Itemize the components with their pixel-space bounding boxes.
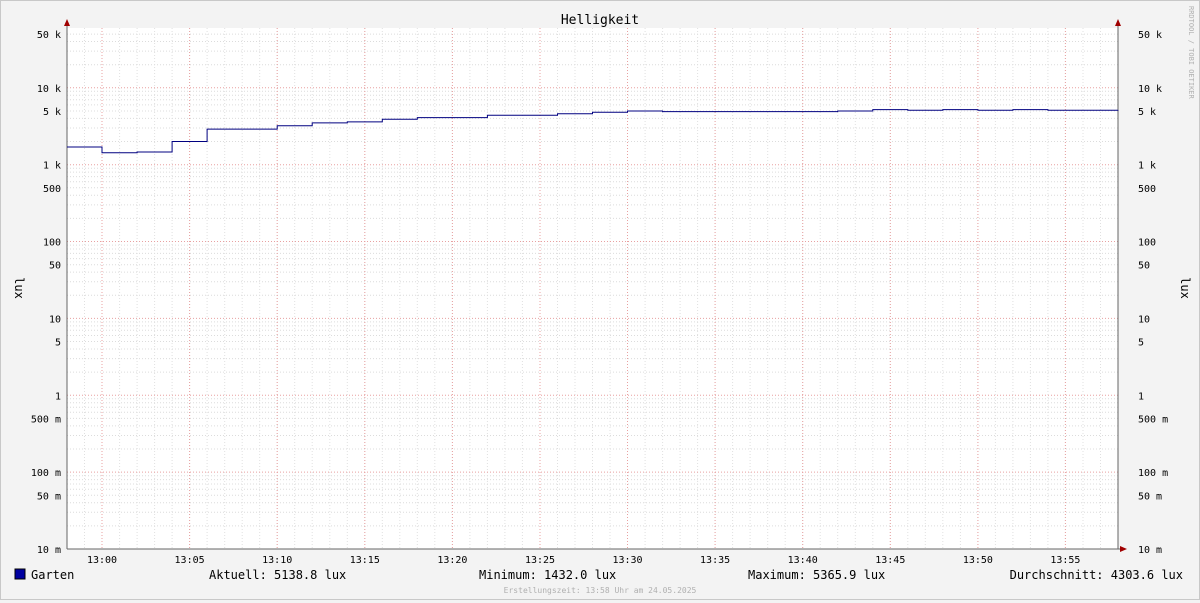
x-tick-label: 13:45	[875, 555, 905, 566]
legend-durchschnitt: Durchschnitt: 4303.6 lux	[1010, 568, 1183, 582]
y-tick-label-right: 5 k	[1138, 107, 1156, 118]
legend-swatch	[14, 568, 26, 580]
chart-title: Helligkeit	[561, 13, 639, 28]
y-tick-label-right: 50 m	[1138, 491, 1162, 502]
y-tick-label-left: 100	[43, 238, 61, 249]
y-tick-label-left: 500 m	[31, 414, 61, 425]
x-tick-label: 13:55	[1050, 555, 1080, 566]
x-tick-label: 13:35	[700, 555, 730, 566]
chart-svg: 13:00 13:05 13:10 13:15 13:20 13:25 13:30 13:35…	[12, 6, 1195, 595]
x-tick-label: 13:05	[175, 555, 205, 566]
x-tick-label: 13:15	[350, 555, 380, 566]
y-tick-label-left: 50 m	[37, 491, 61, 502]
y-tick-label-left: 5	[55, 338, 61, 349]
y-tick-label-left: 50 k	[37, 30, 61, 41]
x-tick-label: 13:30	[612, 555, 642, 566]
y-axis-label-right: lux	[1178, 277, 1192, 299]
legend-aktuell: Aktuell: 5138.8 lux	[209, 568, 346, 582]
left-axis-arrow	[64, 19, 70, 26]
x-tick-label: 13:50	[963, 555, 993, 566]
legend-maximum: Maximum: 5365.9 lux	[748, 568, 885, 582]
y-tick-label-right: 1 k	[1138, 161, 1156, 172]
y-tick-label-right: 10 k	[1138, 84, 1162, 95]
x-axis-arrow	[1120, 546, 1127, 552]
x-tick-label: 13:25	[525, 555, 555, 566]
y-tick-label-right: 1	[1138, 391, 1144, 402]
chart-frame: 13:00 13:05 13:10 13:15 13:20 13:25 13:30 13:35…	[0, 0, 1200, 600]
right-axis-arrow	[1115, 19, 1121, 26]
y-axis-label-left: lux	[12, 277, 26, 299]
legend-series-name: Garten	[31, 568, 74, 582]
y-tick-label-right: 10	[1138, 314, 1150, 325]
y-tick-label-left: 50	[49, 261, 61, 272]
watermark: RRDTOOL / TOBI OETIKER	[1187, 6, 1195, 100]
y-tick-label-left: 100 m	[31, 468, 61, 479]
y-tick-label-left: 1 k	[43, 161, 61, 172]
footer-timestamp: Erstellungszeit: 13:58 Uhr am 24.05.2025	[504, 586, 697, 595]
y-tick-label-right: 500	[1138, 184, 1156, 195]
y-tick-label-right: 50 k	[1138, 30, 1162, 41]
y-tick-label-right: 10 m	[1138, 545, 1162, 556]
y-tick-label-left: 10	[49, 314, 61, 325]
y-tick-label-right: 50	[1138, 261, 1150, 272]
y-tick-label-left: 1	[55, 391, 61, 402]
y-tick-label-left: 10 m	[37, 545, 61, 556]
legend-minimum: Minimum: 1432.0 lux	[479, 568, 616, 582]
x-tick-label: 13:10	[262, 555, 292, 566]
y-tick-label-right: 100	[1138, 238, 1156, 249]
y-tick-label-left: 5 k	[43, 107, 61, 118]
x-tick-label: 13:00	[87, 555, 117, 566]
y-tick-label-left: 10 k	[37, 84, 61, 95]
x-tick-label: 13:20	[437, 555, 467, 566]
x-tick-label: 13:40	[788, 555, 818, 566]
y-tick-label-right: 5	[1138, 338, 1144, 349]
y-tick-label-right: 100 m	[1138, 468, 1168, 479]
y-tick-label-left: 500	[43, 184, 61, 195]
y-tick-label-right: 500 m	[1138, 414, 1168, 425]
